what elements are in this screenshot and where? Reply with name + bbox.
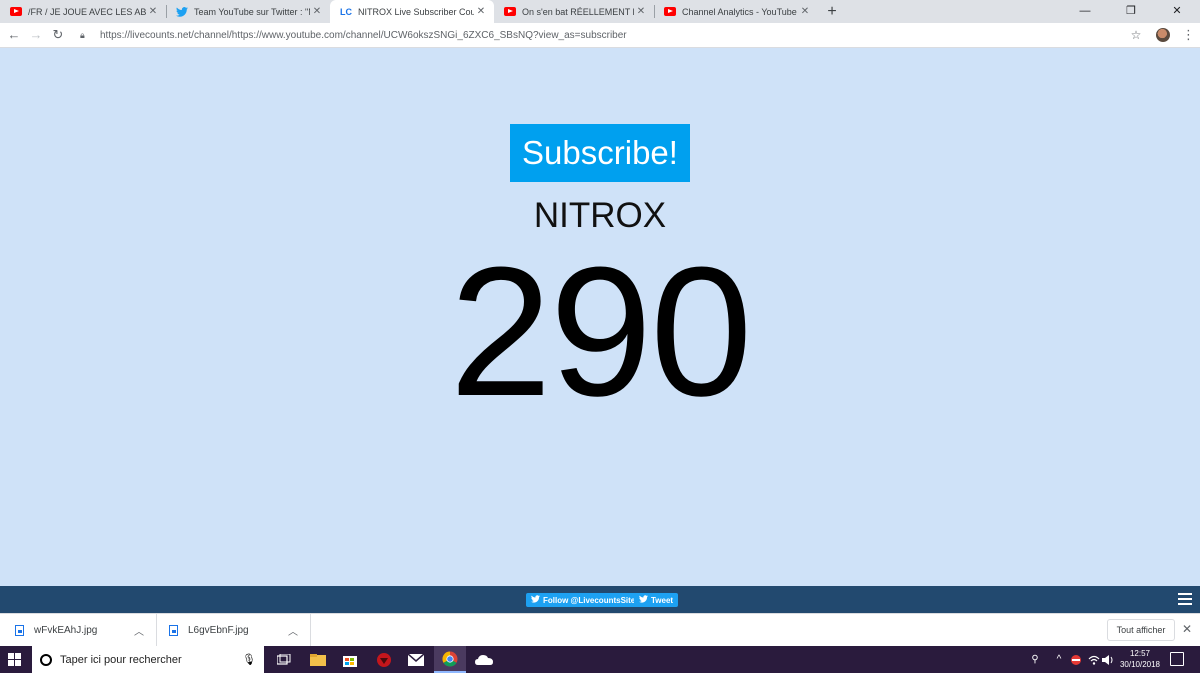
app-icon[interactable] [368, 646, 400, 673]
downloads-shelf: wFvkEAhJ.jpg ︿ L6gvEbnF.jpg ︿ Tout affic… [0, 613, 1200, 647]
tweet-label: Tweet [651, 595, 674, 605]
download-filename: wFvkEAhJ.jpg [34, 625, 98, 636]
clock-time: 12:57 [1129, 649, 1151, 658]
follow-twitter-button[interactable]: Follow @LivecountsSite [526, 593, 641, 607]
restore-button[interactable]: ❐ [1108, 0, 1154, 23]
store-icon[interactable] [334, 646, 366, 673]
close-icon[interactable]: ✕ [634, 6, 648, 17]
twitter-icon [639, 595, 648, 605]
livecounts-icon: LC [340, 6, 352, 17]
people-icon[interactable]: ⚲ [1026, 646, 1044, 673]
back-arrow-icon[interactable]: ← [5, 26, 23, 44]
notification-center-icon[interactable] [1170, 652, 1184, 666]
tab-strip: /FR / JE JOUE AVEC LES ABO EN L ✕ Team Y… [0, 0, 1200, 23]
chrome-icon[interactable] [434, 646, 466, 673]
show-all-downloads-button[interactable]: Tout afficher [1107, 619, 1175, 641]
subscriber-count: 290 [449, 228, 753, 434]
taskbar-search-box[interactable]: Taper ici pour rechercher 🎙︎ [32, 646, 264, 673]
tab-4[interactable]: On s'en bat RÉELLEMENT les cou ✕ [494, 0, 654, 23]
system-clock[interactable]: 12:57 30/10/2018 [1116, 648, 1164, 670]
file-explorer-icon[interactable] [302, 646, 334, 673]
youtube-icon [664, 6, 676, 18]
chevron-up-icon[interactable]: ︿ [134, 623, 144, 638]
tab-title: NITROX Live Subscriber Count - L [358, 6, 474, 17]
image-file-icon [15, 625, 24, 636]
close-icon[interactable]: ✕ [1180, 622, 1194, 638]
cortana-icon [40, 653, 52, 666]
mail-icon[interactable] [400, 646, 432, 673]
close-icon[interactable]: ✕ [474, 6, 488, 17]
microphone-icon[interactable]: 🎙︎ [242, 653, 256, 666]
tab-1[interactable]: /FR / JE JOUE AVEC LES ABO EN L ✕ [0, 0, 166, 23]
chevron-up-icon[interactable]: ︿ [288, 623, 298, 638]
antivirus-icon[interactable] [1068, 646, 1084, 673]
page-footer: Follow @LivecountsSite Tweet [0, 586, 1200, 613]
chevron-up-icon[interactable]: ^ [1052, 646, 1066, 673]
minimize-button[interactable]: — [1062, 0, 1108, 23]
bookmark-star-icon[interactable]: ☆ [1128, 26, 1144, 44]
browser-toolbar: ← → ↻ 🔒︎ https://livecounts.net/channel/… [0, 23, 1200, 48]
close-icon[interactable]: ✕ [146, 6, 160, 17]
tab-title: Channel Analytics - YouTube Stu [682, 6, 798, 17]
twitter-icon [176, 6, 188, 18]
volume-icon[interactable] [1100, 646, 1116, 673]
new-tab-button[interactable]: + [822, 2, 842, 22]
close-window-button[interactable]: ✕ [1154, 0, 1200, 23]
tab-title: Team YouTube sur Twitter : "Nou [194, 6, 310, 17]
profile-avatar[interactable] [1156, 28, 1170, 42]
download-item[interactable]: L6gvEbnF.jpg ︿ [157, 614, 311, 647]
tab-title: On s'en bat RÉELLEMENT les cou [522, 6, 634, 17]
forward-arrow-icon[interactable]: → [27, 26, 45, 44]
lock-icon: 🔒︎ [80, 30, 85, 40]
windows-taskbar: Taper ici pour rechercher 🎙︎ ⚲ ^ 12:57 3… [0, 646, 1200, 673]
windows-start-icon[interactable] [8, 653, 22, 667]
twitter-icon [531, 595, 540, 605]
tab-title: /FR / JE JOUE AVEC LES ABO EN L [28, 6, 146, 17]
close-icon[interactable]: ✕ [798, 6, 812, 17]
tab-2[interactable]: Team YouTube sur Twitter : "Nou ✕ [166, 0, 330, 23]
search-placeholder: Taper ici pour rechercher [60, 653, 182, 666]
subscribe-button[interactable]: Subscribe! [510, 124, 690, 182]
close-icon[interactable]: ✕ [310, 6, 324, 17]
image-file-icon [169, 625, 178, 636]
reload-icon[interactable]: ↻ [49, 26, 67, 44]
url-text: https://livecounts.net/channel/https://w… [100, 30, 627, 41]
youtube-icon [10, 6, 22, 18]
clock-date: 30/10/2018 [1119, 660, 1161, 669]
task-view-icon[interactable] [268, 646, 300, 673]
follow-label: Follow @LivecountsSite [543, 595, 636, 605]
youtube-icon [504, 6, 516, 18]
tweet-button[interactable]: Tweet [634, 593, 679, 607]
page-content: Subscribe! NITROX 290 [0, 49, 1200, 586]
download-item[interactable]: wFvkEAhJ.jpg ︿ [0, 614, 157, 647]
more-menu-icon[interactable]: ⋮ [1182, 26, 1195, 44]
onedrive-icon[interactable] [468, 646, 500, 673]
tab-5[interactable]: Channel Analytics - YouTube Stu ✕ [654, 0, 818, 23]
hamburger-menu-icon[interactable] [1178, 593, 1192, 605]
address-bar[interactable]: 🔒︎ https://livecounts.net/channel/https:… [74, 26, 1150, 45]
tab-3[interactable]: LC NITROX Live Subscriber Count - L ✕ [330, 0, 494, 23]
download-filename: L6gvEbnF.jpg [188, 625, 249, 636]
